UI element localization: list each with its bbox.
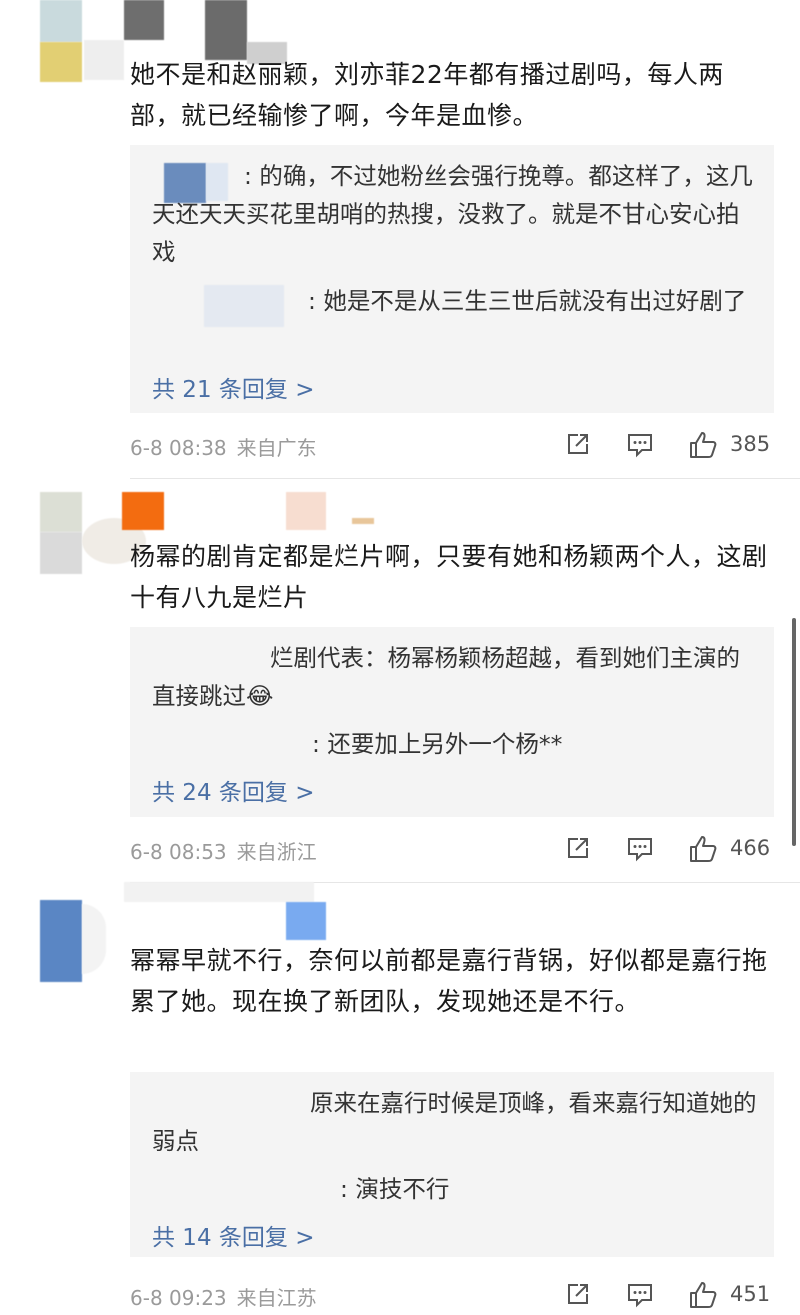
comment-meta: 6-8 08:38 来自广东 385 (130, 432, 774, 462)
location: 来自江苏 (236, 1286, 317, 1310)
divider (130, 478, 800, 479)
view-replies-link[interactable]: 共 24 条回复 > (152, 773, 314, 807)
reply-item: : 演技不行 (340, 1175, 450, 1203)
timestamp: 6-8 09:23 (130, 1286, 227, 1310)
reply-box[interactable]: : 的确，不过她粉丝会强行挽尊。都这样了，这几天还天天买花里胡哨的热搜，没救了。… (130, 145, 774, 413)
avatar[interactable] (40, 900, 106, 984)
reply-item: 烂剧代表：杨幂杨颖杨超越，看到她们主演的直接跳过😂 (152, 644, 740, 710)
share-icon[interactable] (564, 834, 592, 867)
like-count: 451 (730, 1282, 771, 1306)
thumbs-up-icon[interactable] (688, 1280, 718, 1315)
like-count: 385 (730, 432, 771, 456)
comment-meta: 6-8 08:53 来自浙江 466 (130, 836, 774, 866)
location: 来自广东 (236, 436, 317, 460)
timestamp: 6-8 08:38 (130, 436, 227, 460)
scrollbar[interactable] (792, 618, 796, 846)
reply-item: : 的确，不过她粉丝会强行挽尊。都这样了，这几天还天天买花里胡哨的热搜，没救了。… (152, 162, 753, 266)
thumbs-up-icon[interactable] (688, 834, 718, 869)
reply-item: : 还要加上另外一个杨** (312, 730, 563, 758)
like-count: 466 (730, 836, 771, 860)
avatar[interactable] (40, 0, 82, 84)
thumbs-up-icon[interactable] (688, 430, 718, 465)
reply-box[interactable]: 烂剧代表：杨幂杨颖杨超越，看到她们主演的直接跳过😂 : 还要加上另外一个杨** … (130, 627, 774, 817)
comment-meta: 6-8 09:23 来自江苏 451 (130, 1282, 774, 1312)
username-redacted[interactable] (124, 0, 164, 40)
timestamp: 6-8 08:53 (130, 840, 227, 864)
location: 来自浙江 (236, 840, 317, 864)
share-icon[interactable] (564, 430, 592, 463)
view-replies-link[interactable]: 共 21 条回复 > (152, 370, 314, 404)
reply-item: 原来在嘉行时候是顶峰，看来嘉行知道她的弱点 (152, 1089, 757, 1155)
reply-box[interactable]: 原来在嘉行时候是顶峰，看来嘉行知道她的弱点 : 演技不行 共 14 条回复 > (130, 1072, 774, 1257)
reply-item: : 她是不是从三生三世后就没有出过好剧了 (308, 287, 747, 315)
view-replies-link[interactable]: 共 14 条回复 > (152, 1218, 314, 1252)
avatar[interactable] (40, 492, 146, 576)
username-redacted[interactable] (122, 492, 164, 530)
share-icon[interactable] (564, 1280, 592, 1313)
comment-icon[interactable] (626, 1280, 654, 1313)
comment-icon[interactable] (626, 430, 654, 463)
comment-text: 幂幂早就不行，奈何以前都是嘉行背锅，好似都是嘉行拖累了她。现在换了新团队，发现她… (130, 946, 768, 1016)
comment-icon[interactable] (626, 834, 654, 867)
comment-text: 杨幂的剧肯定都是烂片啊，只要有她和杨颖两个人，这剧十有八九是烂片 (130, 542, 768, 612)
username-redacted[interactable] (286, 902, 326, 940)
comment-text: 她不是和赵丽颖，刘亦菲22年都有播过剧吗，每人两部，就已经输惨了啊，今年是血惨。 (130, 60, 724, 130)
